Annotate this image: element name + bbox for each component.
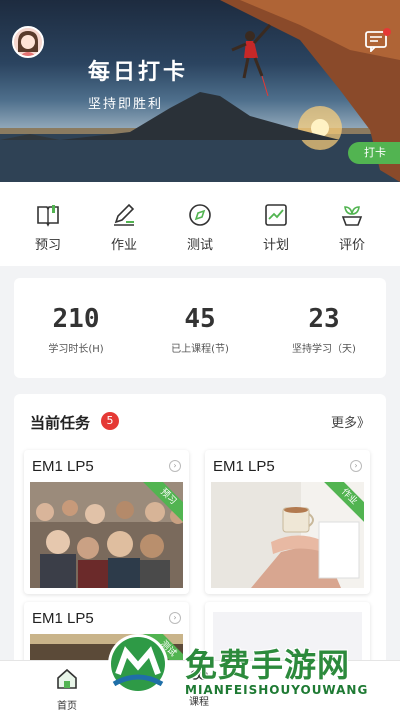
- checkin-button[interactable]: 打卡: [348, 142, 400, 164]
- nav-item-review[interactable]: 评价: [322, 182, 382, 266]
- stat-streak-days: 23 坚持学习（天): [262, 278, 386, 378]
- task-card-title: EM1 LP5: [213, 458, 275, 475]
- watermark-subtext: MIANFEISHOUYOUWANG: [185, 683, 369, 697]
- notification-dot: [383, 28, 391, 36]
- tab-home[interactable]: 首页: [52, 667, 82, 711]
- stat-value: 45: [184, 304, 216, 334]
- stat-label: 坚持学习（天): [292, 344, 356, 355]
- chevron-right-icon: ›: [350, 460, 362, 472]
- stat-study-hours: 210 学习时长(H): [14, 278, 138, 378]
- nav-label: 作业: [110, 238, 137, 253]
- nav-item-homework[interactable]: 作业: [94, 182, 154, 266]
- hero-scene-image: [0, 0, 400, 182]
- avatar[interactable]: [12, 26, 44, 58]
- task-card[interactable]: EM1 LP5 › 作业: [205, 450, 370, 594]
- stat-label: 学习时长(H): [48, 344, 104, 355]
- pencil-icon: [114, 203, 135, 226]
- nav-label: 计划: [262, 238, 289, 253]
- quick-nav: 预习 作业 测试 计划 评价: [0, 182, 400, 266]
- hero-banner: 每日打卡 坚持即胜利 打卡: [0, 0, 400, 182]
- chart-icon: [265, 204, 287, 226]
- more-link[interactable]: 更多》: [331, 412, 370, 431]
- watermark-text: 免费手游网: [185, 646, 351, 684]
- section-title: 当前任务: [30, 414, 91, 432]
- compass-icon: [189, 204, 211, 226]
- nav-item-plan[interactable]: 计划: [246, 182, 306, 266]
- task-card-title: EM1 LP5: [32, 458, 94, 475]
- page-subtitle: 坚持即胜利: [88, 97, 164, 112]
- task-count-badge: 5: [101, 412, 119, 430]
- nav-label: 测试: [186, 238, 213, 253]
- nav-item-preview[interactable]: 预习: [18, 182, 78, 266]
- task-card[interactable]: EM1 LP5 › 预习: [24, 450, 189, 594]
- stats-panel: 210 学习时长(H) 45 已上课程(节) 23 坚持学习（天): [14, 278, 386, 378]
- stat-value: 210: [52, 304, 100, 334]
- page-title: 每日打卡: [88, 60, 189, 85]
- chevron-right-icon: ›: [169, 612, 181, 624]
- nav-item-test[interactable]: 测试: [170, 182, 230, 266]
- task-card-image: 预习: [30, 482, 183, 588]
- stat-label: 已上课程(节): [171, 344, 229, 355]
- chevron-right-icon: ›: [169, 460, 181, 472]
- user-avatar-icon: [14, 28, 42, 56]
- task-card-image: 作业: [211, 482, 364, 588]
- current-tasks-section: 当前任务 5 更多》 EM1 LP5 › 预习 EM1 LP5 › 作业 EM1…: [14, 394, 386, 682]
- nav-label: 预习: [34, 238, 61, 253]
- plant-icon: [341, 206, 363, 226]
- tab-label: 首页: [57, 701, 77, 711]
- nav-label: 评价: [338, 238, 365, 253]
- stat-courses-taken: 45 已上课程(节): [138, 278, 262, 378]
- watermark-logo: [108, 634, 168, 694]
- task-card-title: EM1 LP5: [32, 610, 94, 627]
- stat-value: 23: [308, 304, 340, 334]
- book-icon: [37, 205, 59, 227]
- home-icon: [57, 668, 77, 689]
